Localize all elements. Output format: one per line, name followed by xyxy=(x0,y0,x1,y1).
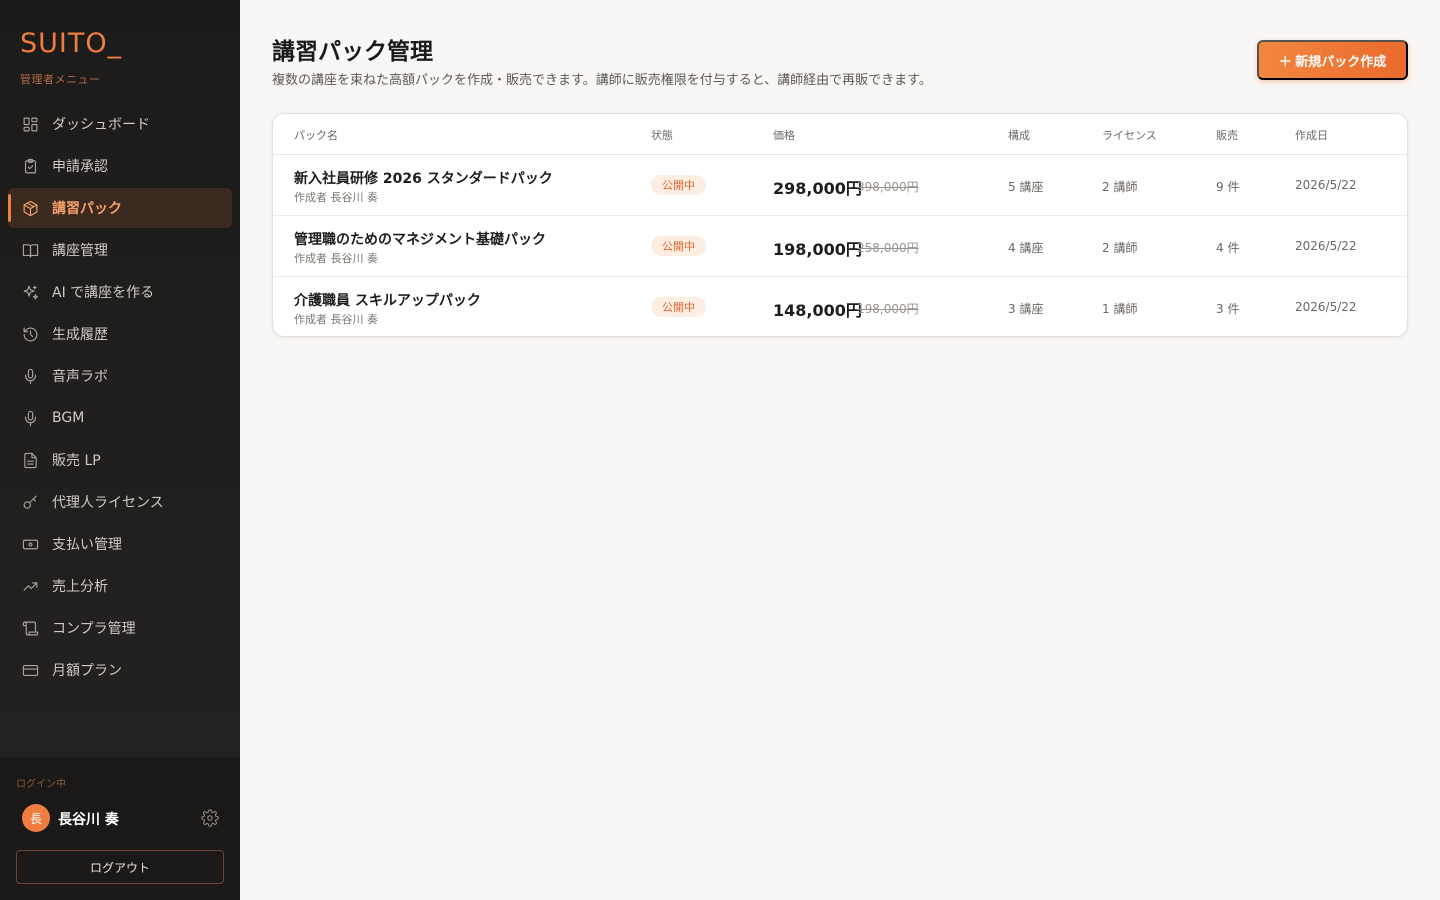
column-header-composition[interactable]: 構成 xyxy=(1008,127,1030,143)
brand-logo: SUITO_ xyxy=(20,28,123,59)
gear-icon[interactable] xyxy=(201,809,219,827)
pack-name[interactable]: 新入社員研修 2026 スタンダードパック xyxy=(294,168,553,188)
pack-author: 作成者 長谷川 奏 xyxy=(294,252,378,265)
pack-price: 298,000円 xyxy=(773,179,862,198)
status-badge: 公開中 xyxy=(651,297,706,317)
sidebar-item-label: コンプラ管理 xyxy=(52,621,136,637)
user-name: 長谷川 奏 xyxy=(58,812,119,828)
pack-name[interactable]: 介護職員 スキルアップパック xyxy=(294,290,481,310)
sidebar-item-agent-license[interactable]: 代理人ライセンス xyxy=(8,482,232,522)
table-row[interactable]: 管理職のためのマネジメント基礎パック 作成者 長谷川 奏 公開中 198,000… xyxy=(273,216,1407,277)
pack-name[interactable]: 管理職のためのマネジメント基礎パック xyxy=(294,229,546,249)
pack-created-date: 2026/5/22 xyxy=(1295,178,1357,192)
sidebar-item-label: 講習パック xyxy=(52,201,122,217)
table-header: パック名 状態 価格 構成 ライセンス 販売 作成日 xyxy=(273,114,1407,155)
sidebar-item-label: ダッシュボード xyxy=(52,117,150,133)
sidebar-item-dashboard[interactable]: ダッシュボード xyxy=(8,104,232,144)
pack-license: 2 講師 xyxy=(1102,241,1138,255)
sidebar-item-label: 音声ラボ xyxy=(52,369,108,385)
status-badge: 公開中 xyxy=(651,236,706,256)
status-badge: 公開中 xyxy=(651,175,706,195)
column-header-price[interactable]: 価格 xyxy=(773,127,795,143)
document-icon xyxy=(20,450,40,470)
pack-composition: 3 講座 xyxy=(1008,302,1044,316)
page-description: 複数の講座を束ねた高額パックを作成・販売できます。講師に販売権限を付与すると、講… xyxy=(272,73,932,88)
sidebar-item-payments[interactable]: 支払い管理 xyxy=(8,524,232,564)
column-header-sales[interactable]: 販売 xyxy=(1216,127,1238,143)
sidebar-item-label: 支払い管理 xyxy=(52,537,122,553)
sidebar-item-label: 生成履歴 xyxy=(52,327,108,343)
login-status-label: ログイン中 xyxy=(16,779,66,790)
pack-composition: 4 講座 xyxy=(1008,241,1044,255)
pack-created-date: 2026/5/22 xyxy=(1295,239,1357,253)
sidebar-item-label: 代理人ライセンス xyxy=(52,495,164,511)
sparkles-icon xyxy=(20,282,40,302)
sidebar-item-bgm[interactable]: BGM xyxy=(8,398,232,438)
book-open-icon xyxy=(20,240,40,260)
sidebar-item-voice-lab[interactable]: 音声ラボ xyxy=(8,356,232,396)
pack-original-price: 258,000円 xyxy=(857,241,919,255)
sidebar-item-sales-lp[interactable]: 販売 LP xyxy=(8,440,232,480)
pack-sales: 9 件 xyxy=(1216,180,1240,194)
sidebar-item-label: 販売 LP xyxy=(52,453,101,469)
clipboard-check-icon xyxy=(20,156,40,176)
pack-original-price: 198,000円 xyxy=(857,302,919,316)
dashboard-icon xyxy=(20,114,40,134)
history-icon xyxy=(20,324,40,344)
pack-original-price: 398,000円 xyxy=(857,180,919,194)
sidebar-item-approvals[interactable]: 申請承認 xyxy=(8,146,232,186)
banknote-icon xyxy=(20,534,40,554)
page-title: 講習パック管理 xyxy=(272,39,433,65)
sidebar-item-label: AI で講座を作る xyxy=(52,285,155,301)
pack-sales: 4 件 xyxy=(1216,241,1240,255)
column-header-license[interactable]: ライセンス xyxy=(1102,127,1157,143)
pack-price: 148,000円 xyxy=(773,301,862,320)
sidebar-nav: ダッシュボード 申請承認 講習パック 講座管理 AI で講座を作る 生成履歴 音… xyxy=(8,104,232,692)
sidebar-item-label: 売上分析 xyxy=(52,579,108,595)
credit-card-icon xyxy=(20,660,40,680)
sidebar-item-packs[interactable]: 講習パック xyxy=(8,188,232,228)
scroll-icon xyxy=(20,618,40,638)
key-icon xyxy=(20,492,40,512)
package-icon xyxy=(20,198,40,218)
pack-author: 作成者 長谷川 奏 xyxy=(294,313,378,326)
sidebar-item-courses[interactable]: 講座管理 xyxy=(8,230,232,270)
avatar[interactable]: 長 xyxy=(22,804,50,832)
column-header-status[interactable]: 状態 xyxy=(651,127,673,143)
pack-created-date: 2026/5/22 xyxy=(1295,300,1357,314)
sidebar: SUITO_ 管理者メニュー ダッシュボード 申請承認 講習パック 講座管理 A… xyxy=(0,0,240,900)
table-row[interactable]: 介護職員 スキルアップパック 作成者 長谷川 奏 公開中 148,000円 19… xyxy=(273,277,1407,338)
sidebar-item-label: 申請承認 xyxy=(52,159,108,175)
new-pack-button[interactable]: ＋ 新規パック作成 xyxy=(1257,40,1408,80)
pack-price: 198,000円 xyxy=(773,240,862,259)
sidebar-item-compliance[interactable]: コンプラ管理 xyxy=(8,608,232,648)
microphone-icon xyxy=(20,408,40,428)
pack-sales: 3 件 xyxy=(1216,302,1240,316)
sidebar-item-ai-create[interactable]: AI で講座を作る xyxy=(8,272,232,312)
sidebar-footer: ログイン中 長 長谷川 奏 ログアウト xyxy=(0,757,240,900)
pack-author: 作成者 長谷川 奏 xyxy=(294,191,378,204)
column-header-created[interactable]: 作成日 xyxy=(1295,127,1328,143)
pack-license: 1 講師 xyxy=(1102,302,1138,316)
trending-up-icon xyxy=(20,576,40,596)
pack-composition: 5 講座 xyxy=(1008,180,1044,194)
sidebar-item-label: BGM xyxy=(52,410,85,426)
sidebar-item-monthly-plan[interactable]: 月額プラン xyxy=(8,650,232,690)
sidebar-item-label: 講座管理 xyxy=(52,243,108,259)
pack-license: 2 講師 xyxy=(1102,180,1138,194)
microphone-icon xyxy=(20,366,40,386)
packs-table: パック名 状態 価格 構成 ライセンス 販売 作成日 新入社員研修 2026 ス… xyxy=(272,113,1408,337)
column-header-name[interactable]: パック名 xyxy=(294,127,338,143)
sidebar-item-history[interactable]: 生成履歴 xyxy=(8,314,232,354)
sidebar-item-label: 月額プラン xyxy=(52,663,122,679)
logout-button[interactable]: ログアウト xyxy=(16,850,224,884)
table-row[interactable]: 新入社員研修 2026 スタンダードパック 作成者 長谷川 奏 公開中 298,… xyxy=(273,155,1407,216)
brand-subtitle: 管理者メニュー xyxy=(20,73,101,86)
sidebar-item-sales-analytics[interactable]: 売上分析 xyxy=(8,566,232,606)
